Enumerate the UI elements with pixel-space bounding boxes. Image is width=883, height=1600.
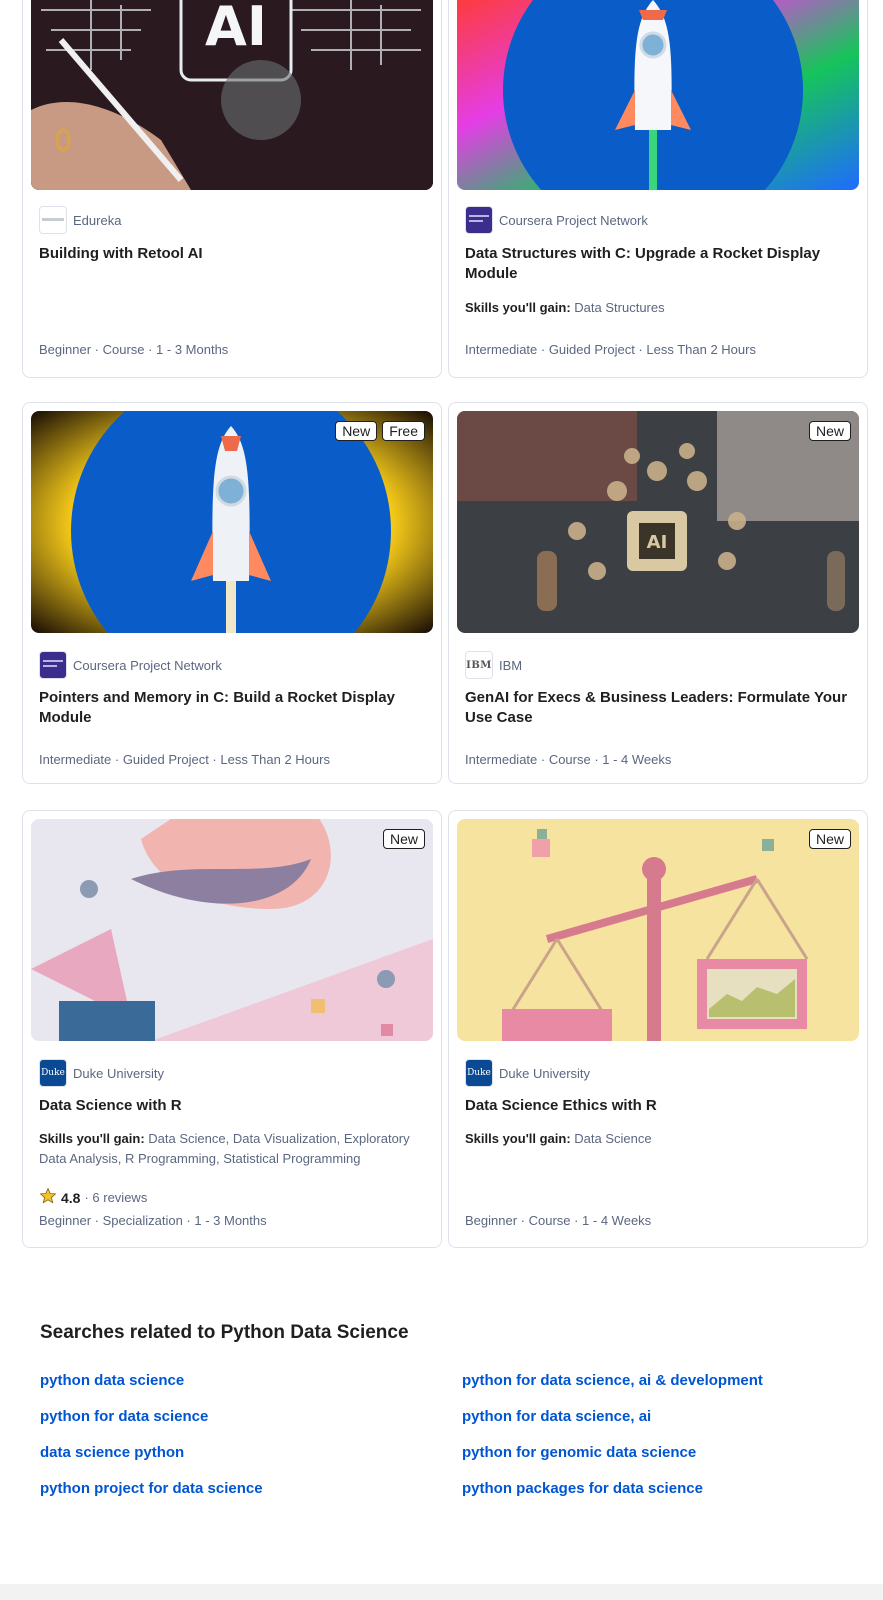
partner-name: Duke University: [73, 1065, 165, 1081]
rating-row: 4.8 · 6 reviews: [39, 1187, 147, 1208]
course-thumbnail: [457, 0, 859, 190]
badge-group: New: [382, 829, 425, 849]
course-title[interactable]: Pointers and Memory in C: Build a Rocket…: [39, 688, 429, 728]
duke-university-logo: Duke: [39, 1059, 67, 1087]
related-search-link[interactable]: python project for data science: [40, 1480, 263, 1497]
new-badge: New: [808, 829, 851, 849]
footer-strip: [0, 1584, 883, 1600]
course-thumbnail: New: [31, 819, 433, 1041]
course-title[interactable]: Data Structures with C: Upgrade a Rocket…: [465, 244, 855, 284]
new-badge: New: [382, 829, 425, 849]
skills-list: Data Science: [574, 1131, 652, 1146]
badge-group: New: [808, 421, 851, 441]
course-card[interactable]: Coursera Project Network Data Structures…: [448, 0, 868, 378]
svg-text:AI: AI: [205, 0, 267, 58]
skills-text: Skills you'll gain: Data Structures: [465, 298, 845, 318]
partner-row: IBM IBM: [465, 651, 522, 679]
partner-name: Edureka: [73, 212, 122, 228]
course-title[interactable]: GenAI for Execs & Business Leaders: Form…: [465, 688, 855, 728]
course-meta: Intermediate · Course · 1 - 4 Weeks: [465, 752, 672, 767]
skills-list: Data Structures: [574, 300, 665, 315]
course-title[interactable]: Data Science Ethics with R: [465, 1096, 855, 1116]
course-card[interactable]: New Duke Duke University Data Science wi…: [22, 810, 442, 1248]
course-card[interactable]: AI Edureka Building with Retool AI Begin…: [22, 0, 442, 378]
free-badge: Free: [382, 421, 425, 441]
duke-university-logo: Duke: [465, 1059, 493, 1087]
partner-row: Coursera Project Network: [39, 651, 222, 679]
course-thumbnail: New: [457, 819, 859, 1041]
related-searches-heading: Searches related to Python Data Science: [40, 1322, 409, 1343]
edureka-logo: [39, 206, 67, 234]
skills-label: Skills you'll gain:: [465, 1131, 571, 1146]
course-meta: Beginner · Specialization · 1 - 3 Months: [39, 1213, 267, 1228]
star-icon: [39, 1187, 57, 1208]
partner-name: Duke University: [499, 1065, 591, 1081]
partner-row: Coursera Project Network: [465, 206, 648, 234]
related-search-link[interactable]: python data science: [40, 1372, 184, 1389]
partner-row: Duke Duke University: [39, 1059, 164, 1087]
new-badge: New: [808, 421, 851, 441]
course-card[interactable]: AI New IBM IBM GenAI for Execs & Busines…: [448, 402, 868, 784]
course-thumbnail: AI New: [457, 411, 859, 633]
partner-row: Edureka: [39, 206, 121, 234]
course-thumbnail: AI: [31, 0, 433, 190]
related-search-link[interactable]: python for data science, ai & developmen…: [462, 1372, 763, 1389]
course-title[interactable]: Data Science with R: [39, 1096, 429, 1116]
course-title[interactable]: Building with Retool AI: [39, 244, 429, 264]
course-card[interactable]: New Free Coursera Project Network Pointe…: [22, 402, 442, 784]
partner-row: Duke Duke University: [465, 1059, 590, 1087]
related-search-link[interactable]: python for data science, ai: [462, 1408, 651, 1425]
course-meta: Intermediate · Guided Project · Less Tha…: [465, 342, 756, 357]
svg-text:AI: AI: [647, 532, 668, 553]
course-meta: Beginner · Course · 1 - 3 Months: [39, 342, 229, 357]
skills-label: Skills you'll gain:: [465, 300, 571, 315]
partner-name: IBM: [499, 657, 523, 673]
skills-text: Skills you'll gain: Data Science: [465, 1129, 845, 1149]
review-count: · 6 reviews: [84, 1190, 148, 1205]
ibm-logo: IBM: [465, 651, 493, 679]
skills-label: Skills you'll gain:: [39, 1131, 145, 1146]
skills-text: Skills you'll gain: Data Science, Data V…: [39, 1129, 419, 1169]
course-card[interactable]: New Duke Duke University Data Science Et…: [448, 810, 868, 1248]
course-thumbnail: New Free: [31, 411, 433, 633]
coursera-project-network-logo: [39, 651, 67, 679]
related-search-link[interactable]: data science python: [40, 1444, 184, 1461]
related-search-link[interactable]: python packages for data science: [462, 1480, 703, 1497]
partner-name: Coursera Project Network: [499, 212, 648, 228]
badge-group: New: [808, 829, 851, 849]
rating-value: 4.8: [61, 1189, 81, 1206]
partner-name: Coursera Project Network: [73, 657, 222, 673]
badge-group: New Free: [335, 421, 425, 441]
coursera-project-network-logo: [465, 206, 493, 234]
course-meta: Intermediate · Guided Project · Less Tha…: [39, 752, 330, 767]
related-search-link[interactable]: python for data science: [40, 1408, 208, 1425]
new-badge: New: [335, 421, 378, 441]
course-meta: Beginner · Course · 1 - 4 Weeks: [465, 1213, 652, 1228]
related-search-link[interactable]: python for genomic data science: [462, 1444, 696, 1461]
